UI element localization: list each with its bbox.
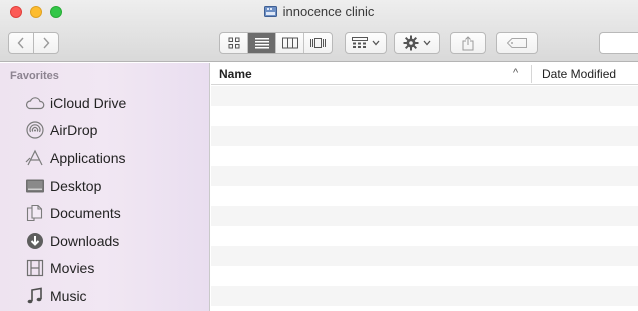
external-disk-icon <box>263 6 277 17</box>
empty-row <box>211 286 638 306</box>
empty-row <box>211 206 638 226</box>
arrange-grid-icon <box>352 37 368 48</box>
empty-row <box>211 266 638 286</box>
coverflow-view-button[interactable] <box>304 33 332 53</box>
movies-icon <box>26 259 44 277</box>
sort-ascending-icon: ^ <box>513 67 519 79</box>
share-icon <box>462 35 474 50</box>
list-view-icon <box>254 38 269 49</box>
sidebar: Favorites iCloud Drive AirDrop Applicati… <box>0 63 210 311</box>
window-title: innocence clinic <box>0 4 638 19</box>
airdrop-icon <box>26 121 44 139</box>
applications-icon <box>25 149 43 166</box>
action-button[interactable] <box>394 32 440 54</box>
documents-icon <box>26 204 43 222</box>
chevron-left-icon <box>17 37 24 49</box>
share-button[interactable] <box>450 32 486 54</box>
sidebar-heading-favorites: Favorites <box>10 70 59 82</box>
sidebar-item-airdrop[interactable]: AirDrop <box>0 117 210 143</box>
sidebar-item-label: Documents <box>50 205 121 221</box>
empty-row <box>211 166 638 186</box>
window-title-text: innocence clinic <box>282 4 375 19</box>
sidebar-item-applications[interactable]: Applications <box>0 145 210 171</box>
sidebar-item-downloads[interactable]: Downloads <box>0 228 210 254</box>
sidebar-item-label: AirDrop <box>50 122 98 138</box>
column-divider[interactable] <box>531 65 532 83</box>
sidebar-item-label: iCloud Drive <box>50 95 127 111</box>
sidebar-item-icloud-drive[interactable]: iCloud Drive <box>0 90 210 116</box>
empty-row <box>211 306 638 311</box>
back-button[interactable] <box>8 32 34 54</box>
search-field[interactable] <box>599 32 638 54</box>
icon-view-button[interactable] <box>220 33 248 53</box>
column-header-date-modified[interactable]: Date Modified <box>542 67 616 81</box>
empty-row <box>211 146 638 166</box>
empty-rows <box>211 86 638 311</box>
desktop-icon <box>26 179 44 193</box>
coverflow-view-icon <box>310 38 326 48</box>
tag-icon <box>507 38 527 48</box>
list-header: Name ^ Date Modified <box>211 63 638 85</box>
cloud-icon <box>25 97 45 110</box>
column-view-button[interactable] <box>276 33 304 53</box>
music-icon <box>27 287 42 304</box>
file-list[interactable]: Name ^ Date Modified <box>211 63 638 311</box>
view-mode-segmented-control <box>219 32 333 54</box>
sidebar-item-movies[interactable]: Movies <box>0 255 210 281</box>
empty-row <box>211 186 638 206</box>
sidebar-item-desktop[interactable]: Desktop <box>0 173 210 199</box>
sidebar-item-documents[interactable]: Documents <box>0 200 210 226</box>
sidebar-item-label: Movies <box>50 260 95 276</box>
sidebar-item-label: Music <box>50 288 87 304</box>
empty-row <box>211 86 638 106</box>
empty-row <box>211 106 638 126</box>
downloads-icon <box>27 233 43 249</box>
chevron-down-icon <box>372 40 380 46</box>
column-view-icon <box>281 37 298 49</box>
chevron-right-icon <box>43 37 50 49</box>
sidebar-item-label: Applications <box>50 150 126 166</box>
sidebar-item-label: Desktop <box>50 178 102 194</box>
empty-row <box>211 246 638 266</box>
window-toolbar: innocence clinic <box>0 0 638 62</box>
empty-row <box>211 226 638 246</box>
arrange-button[interactable] <box>345 32 387 54</box>
gear-icon <box>403 35 419 51</box>
sidebar-item-music[interactable]: Music <box>0 283 210 309</box>
edit-tags-button[interactable] <box>496 32 538 54</box>
chevron-down-icon <box>423 40 431 46</box>
sidebar-item-label: Downloads <box>50 233 120 249</box>
column-header-name[interactable]: Name <box>219 67 252 81</box>
forward-button[interactable] <box>33 32 59 54</box>
empty-row <box>211 126 638 146</box>
icon-view-icon <box>228 37 239 49</box>
list-view-button[interactable] <box>248 33 276 53</box>
